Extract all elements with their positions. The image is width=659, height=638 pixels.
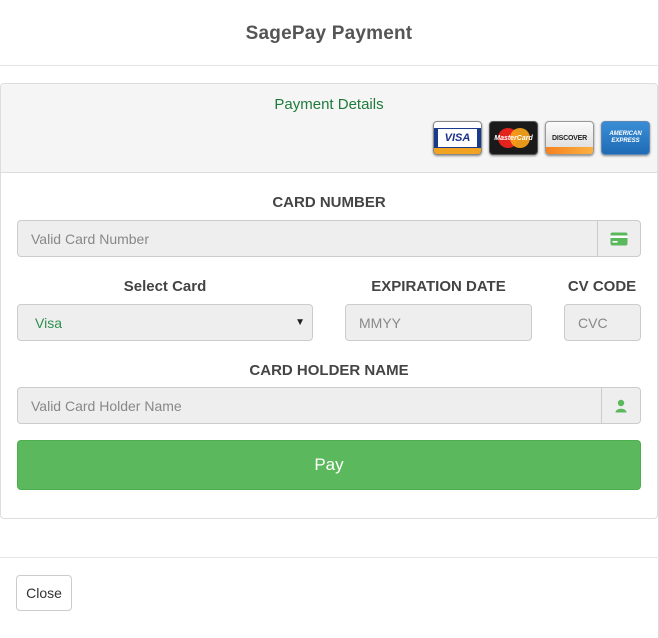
- card-holder-name-label: CARD HOLDER NAME: [249, 362, 409, 379]
- credit-card-icon: [597, 220, 641, 257]
- visa-logo-text: VISA: [438, 129, 477, 147]
- modal-header: SagePay Payment: [0, 0, 658, 66]
- amex-logo-text: AMERICAN EXPRESS: [609, 131, 642, 144]
- modal-title: SagePay Payment: [245, 22, 413, 44]
- card-holder-name-input[interactable]: Valid Card Holder Name: [17, 387, 602, 424]
- card-number-label: CARD NUMBER: [272, 194, 386, 211]
- mastercard-logo: MasterCard: [489, 121, 538, 155]
- close-button[interactable]: Close: [16, 575, 72, 611]
- modal-footer: Close: [0, 557, 659, 638]
- payment-panel: Payment Details VISA MasterCard DISCOVER…: [0, 83, 658, 519]
- card-number-input[interactable]: Valid Card Number: [17, 220, 598, 257]
- panel-heading: Payment Details VISA MasterCard DISCOVER…: [1, 84, 657, 173]
- chevron-down-icon: ▼: [295, 317, 305, 328]
- card-type-select-value: Visa: [35, 314, 62, 331]
- panel-title: Payment Details: [274, 96, 384, 113]
- visa-logo: VISA: [433, 121, 482, 155]
- amex-logo: AMERICAN EXPRESS: [601, 121, 650, 155]
- expiration-date-label: EXPIRATION DATE: [371, 278, 506, 295]
- expiration-date-input[interactable]: MMYY: [345, 304, 532, 341]
- payment-modal: SagePay Payment Payment Details VISA Mas…: [0, 0, 659, 638]
- card-logos: VISA MasterCard DISCOVER AMERICAN EXPRES…: [433, 121, 650, 155]
- cv-code-label: CV CODE: [567, 278, 637, 295]
- card-type-select[interactable]: Visa ▼: [17, 304, 313, 341]
- select-card-label: Select Card: [123, 278, 207, 295]
- discover-logo-text: DISCOVER: [552, 134, 587, 142]
- user-icon: [601, 387, 641, 424]
- pay-button[interactable]: Pay: [17, 440, 641, 490]
- mastercard-logo-text: MasterCard: [494, 134, 533, 142]
- discover-logo: DISCOVER: [545, 121, 594, 155]
- cvc-input[interactable]: CVC: [564, 304, 641, 341]
